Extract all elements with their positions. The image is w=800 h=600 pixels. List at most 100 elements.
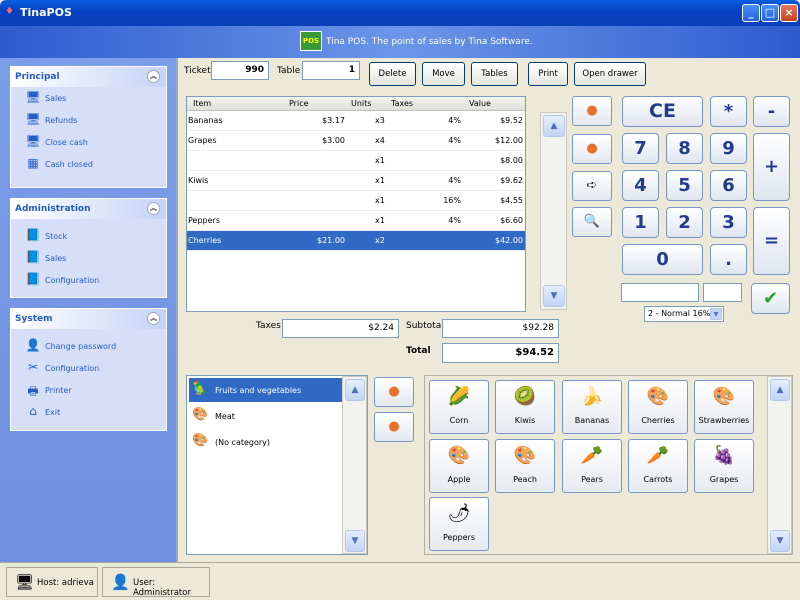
key-6[interactable]: 6 bbox=[710, 170, 747, 201]
category-item-meat[interactable]: 🎨 Meat bbox=[189, 404, 342, 428]
key-0[interactable]: 0 bbox=[622, 244, 703, 275]
scroll-up-icon[interactable]: ▲ bbox=[345, 379, 365, 401]
sidebar-item-admin-sales[interactable]: 📘 Sales bbox=[11, 247, 166, 269]
ce-key[interactable]: CE bbox=[622, 96, 703, 127]
table-row[interactable]: Grapes $3.00 x4 4% $12.00 bbox=[187, 131, 525, 151]
scroll-up-icon[interactable]: ▲ bbox=[770, 379, 790, 401]
product-button[interactable]: 🎨 Peach bbox=[495, 439, 555, 493]
table-row[interactable]: Kiwis x1 4% $9.62 bbox=[187, 171, 525, 191]
product-button[interactable]: 🍇 Grapes bbox=[694, 439, 754, 493]
key-9[interactable]: 9 bbox=[710, 133, 747, 164]
product-button[interactable]: 🌶 Peppers bbox=[429, 497, 489, 551]
collapse-icon[interactable]: ︽ bbox=[147, 312, 160, 325]
taxes-value: $2.24 bbox=[282, 319, 399, 338]
category-item-fruits[interactable]: 🦜 Fruits and vegetables bbox=[189, 378, 342, 402]
scroll-up-icon[interactable]: ▲ bbox=[543, 115, 565, 137]
ticket-number-field[interactable]: 990 bbox=[211, 61, 269, 80]
sidebar-item-refunds[interactable]: 🖥 Refunds bbox=[11, 109, 166, 131]
product-button[interactable]: 🥕 Carrots bbox=[628, 439, 688, 493]
book-icon: 📘 bbox=[25, 272, 41, 286]
sidebar-item-stock[interactable]: 📘 Stock bbox=[11, 225, 166, 247]
close-button[interactable]: × bbox=[780, 4, 798, 22]
equals-key[interactable]: = bbox=[753, 207, 790, 275]
product-button[interactable]: 🎨 Strawberries bbox=[694, 380, 754, 434]
product-grid: 🌽 Corn 🥝 Kiwis 🍌 Bananas 🎨 Cherries 🎨 Strawbe… bbox=[424, 375, 793, 555]
arrow-down-circle-icon: ● bbox=[388, 419, 400, 434]
monitor-icon: 🖥 bbox=[15, 573, 35, 591]
chevron-down-icon[interactable]: ▼ bbox=[710, 308, 722, 320]
panel-administration: Administration ︽ 📘 Stock 📘 Sales 📘 Configura… bbox=[10, 198, 167, 298]
table-row[interactable]: Bananas $3.17 x3 4% $9.52 bbox=[187, 111, 525, 131]
collapse-icon[interactable]: ︽ bbox=[147, 202, 160, 215]
key-2[interactable]: 2 bbox=[666, 207, 703, 238]
search-button[interactable]: 🔍 bbox=[572, 207, 612, 237]
tables-button[interactable]: Tables bbox=[471, 62, 518, 86]
product-button[interactable]: 🍌 Bananas bbox=[562, 380, 622, 434]
table-row[interactable]: x1 $8.00 bbox=[187, 151, 525, 171]
key-5[interactable]: 5 bbox=[666, 170, 703, 201]
panel-header[interactable]: Administration ︽ bbox=[11, 199, 166, 219]
maximize-button[interactable]: □ bbox=[761, 4, 779, 22]
taxes-label: Taxes bbox=[256, 321, 281, 331]
print-button[interactable]: Print bbox=[528, 62, 568, 86]
banana-icon: 🍌 bbox=[580, 386, 604, 407]
category-up-button[interactable]: ● bbox=[374, 377, 414, 407]
book-icon: 📘 bbox=[25, 228, 41, 242]
minimize-button[interactable]: _ bbox=[742, 4, 760, 22]
book-icon: 📘 bbox=[25, 250, 41, 264]
panel-header[interactable]: System ︽ bbox=[11, 309, 166, 329]
user-status: 👤 User: Administrator bbox=[102, 567, 210, 598]
dot-key[interactable]: . bbox=[710, 244, 747, 275]
line-down-button[interactable]: ● bbox=[572, 134, 612, 164]
sidebar-item-admin-configuration[interactable]: 📘 Configuration bbox=[11, 269, 166, 291]
product-button[interactable]: 🥕 Pears bbox=[562, 439, 622, 493]
sidebar-item-sales[interactable]: 🖥 Sales bbox=[11, 87, 166, 109]
ok-button[interactable]: ✔ bbox=[751, 283, 790, 314]
product-scrollbar[interactable]: ▲ ▼ bbox=[767, 376, 792, 554]
product-button[interactable]: 🎨 Cherries bbox=[628, 380, 688, 434]
category-scrollbar[interactable]: ▲ ▼ bbox=[342, 376, 367, 554]
open-drawer-button[interactable]: Open drawer bbox=[574, 62, 646, 86]
delete-button[interactable]: Delete bbox=[369, 62, 416, 86]
minus-key[interactable]: - bbox=[753, 96, 790, 127]
move-button[interactable]: Move bbox=[422, 62, 465, 86]
category-item-no-category[interactable]: 🎨 (No category) bbox=[189, 430, 342, 454]
product-button[interactable]: 🎨 Apple bbox=[429, 439, 489, 493]
scroll-down-icon[interactable]: ▼ bbox=[543, 285, 565, 307]
multiply-key[interactable]: * bbox=[710, 96, 747, 127]
sidebar-item-change-password[interactable]: 👤 Change password bbox=[11, 335, 166, 357]
key-7[interactable]: 7 bbox=[622, 133, 659, 164]
line-up-button[interactable]: ● bbox=[572, 96, 612, 126]
collapse-icon[interactable]: ︽ bbox=[147, 70, 160, 83]
key-4[interactable]: 4 bbox=[622, 170, 659, 201]
price-input[interactable] bbox=[621, 283, 699, 302]
column-header: Taxes bbox=[391, 99, 414, 108]
scroll-down-icon[interactable]: ▼ bbox=[770, 530, 790, 552]
product-button[interactable]: 🌽 Corn bbox=[429, 380, 489, 434]
quantity-input[interactable] bbox=[703, 283, 742, 302]
tax-select[interactable]: 2 - Normal 16% ▼ bbox=[644, 306, 724, 322]
sidebar-item-cash-closed[interactable]: ▦ Cash closed bbox=[11, 153, 166, 175]
sidebar: Principal ︽ 🖥 Sales 🖥 Refunds 🖥 Close cash ▦… bbox=[0, 58, 178, 562]
sidebar-item-system-configuration[interactable]: ✂ Configuration bbox=[11, 357, 166, 379]
panel-header[interactable]: Principal ︽ bbox=[11, 67, 166, 87]
key-3[interactable]: 3 bbox=[710, 207, 747, 238]
host-status: 🖥 Host: adrieva bbox=[6, 567, 98, 597]
scroll-down-icon[interactable]: ▼ bbox=[345, 530, 365, 552]
table-row[interactable]: x1 16% $4.55 bbox=[187, 191, 525, 211]
sidebar-item-printer[interactable]: 🖶 Printer bbox=[11, 379, 166, 401]
ticket-lines-scrollbar[interactable]: ▲ ▼ bbox=[540, 112, 567, 310]
key-8[interactable]: 8 bbox=[666, 133, 703, 164]
sidebar-item-exit[interactable]: ⌂ Exit bbox=[11, 401, 166, 423]
table-row[interactable]: Peppers x1 4% $6.60 bbox=[187, 211, 525, 231]
key-1[interactable]: 1 bbox=[622, 207, 659, 238]
window-title: TinaPOS bbox=[20, 6, 72, 19]
printer-icon: 🖶 bbox=[27, 384, 39, 398]
table-row-selected[interactable]: Cherries $21.00 x2 $42.00 bbox=[187, 231, 525, 251]
category-down-button[interactable]: ● bbox=[374, 412, 414, 442]
sidebar-item-close-cash[interactable]: 🖥 Close cash bbox=[11, 131, 166, 153]
product-button[interactable]: 🥝 Kiwis bbox=[495, 380, 555, 434]
table-number-field[interactable]: 1 bbox=[302, 61, 360, 80]
plus-key[interactable]: + bbox=[753, 133, 790, 201]
edit-line-button[interactable]: ➪ bbox=[572, 171, 612, 201]
